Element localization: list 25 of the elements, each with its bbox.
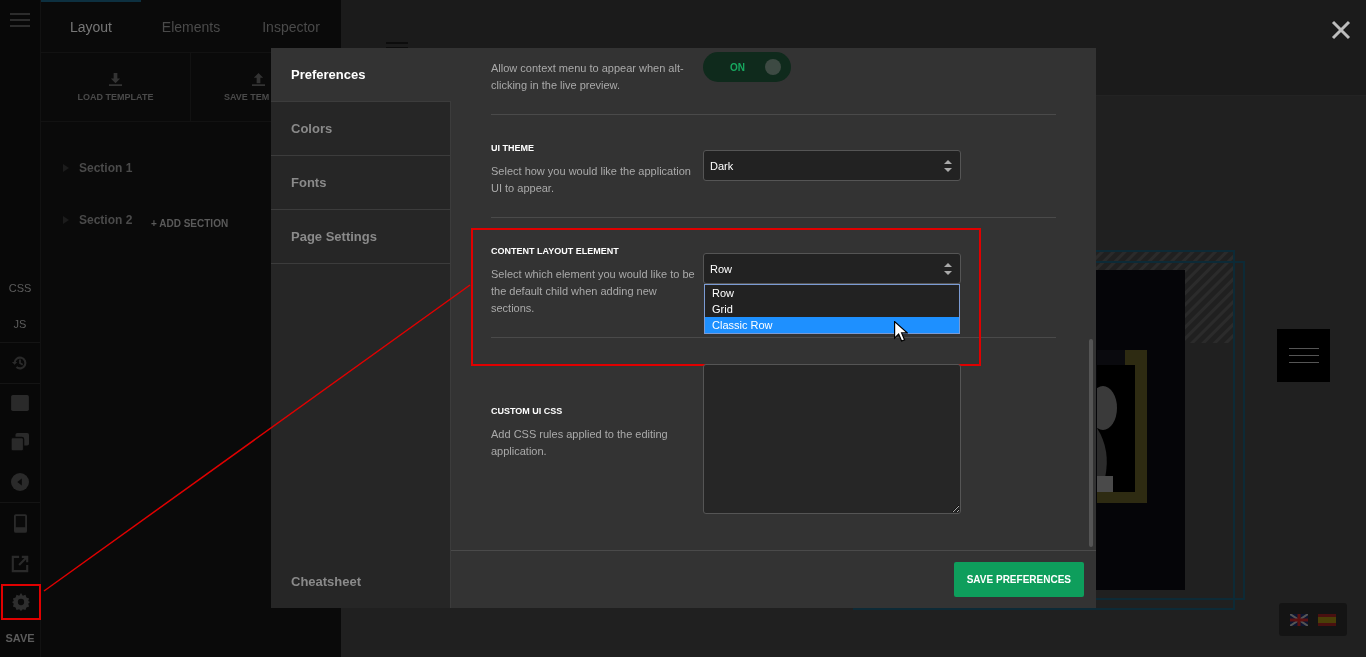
add-section-button[interactable]: + ADD SECTION — [151, 218, 229, 229]
setting-description: Allow context menu to appear when alt-clicking in the live preview. — [491, 61, 685, 93]
panel-tab[interactable]: Elements — [141, 0, 241, 52]
code-tab[interactable]: CSS — [0, 270, 40, 306]
dropdown-option[interactable]: Row — [705, 285, 959, 301]
template-button[interactable]: LOAD TEMPLATE — [41, 53, 191, 121]
select-field[interactable]: Dark — [703, 150, 961, 181]
settings-tab[interactable]: Preferences — [271, 48, 451, 102]
setting-title: CUSTOM UI CSS — [491, 406, 564, 416]
toggle-switch[interactable]: ON — [703, 52, 791, 82]
section-item[interactable]: Section 2 — [63, 194, 133, 246]
setting-description: Select which element you would like to be the default child when adding new sections. — [491, 267, 696, 316]
setting-title: UI THEME — [491, 143, 535, 153]
template-button[interactable]: SAVE TEM — [191, 53, 272, 121]
dropdown-option[interactable]: Classic Row — [705, 317, 959, 333]
code-tab[interactable]: JS — [0, 306, 40, 342]
dropdown-option[interactable]: Grid — [705, 301, 959, 317]
setting-description: Select how you would like the application UI to appear. — [491, 164, 692, 196]
panel-tab[interactable]: Layout — [41, 0, 141, 52]
save-preferences-button[interactable]: SAVE PREFERENCES — [953, 562, 1084, 597]
setting-description: Add CSS rules applied to the editing application. — [491, 427, 669, 459]
select-field[interactable]: Row — [703, 253, 961, 284]
section-item[interactable]: Section 1 — [63, 142, 133, 194]
save-button[interactable]: SAVE — [0, 620, 40, 657]
setting-title: CONTENT LAYOUT ELEMENT — [491, 246, 620, 256]
